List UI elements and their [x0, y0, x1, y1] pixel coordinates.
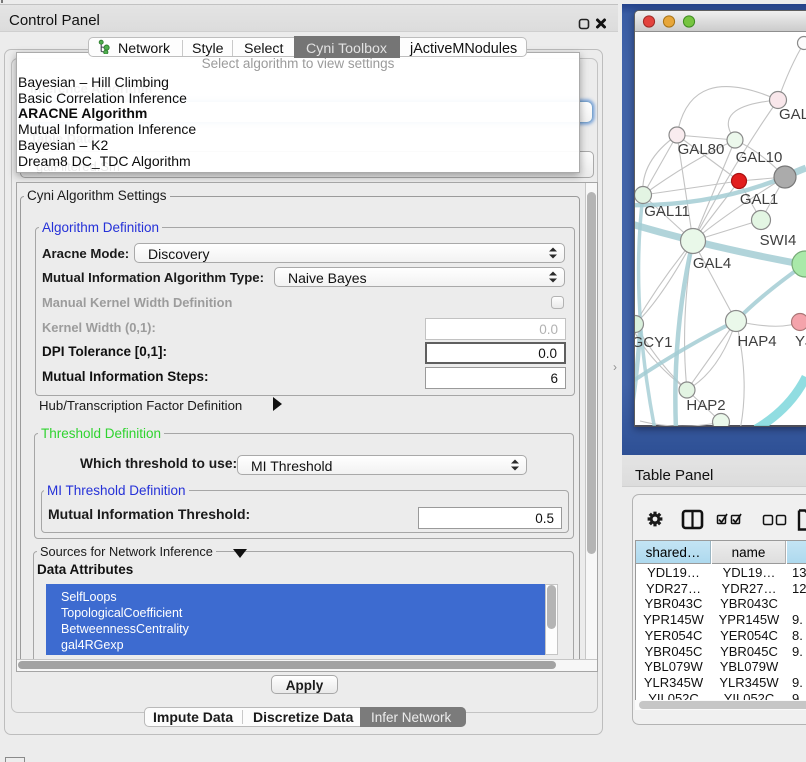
svg-text:HAP4: HAP4: [737, 333, 776, 350]
svg-text:GAL11: GAL11: [644, 203, 690, 220]
svg-text:GAL80: GAL80: [678, 141, 725, 158]
svg-text:YJL0: YJL0: [795, 333, 806, 350]
svg-text:GAL1: GAL1: [740, 191, 778, 208]
svg-text:GAL7: GAL7: [779, 106, 806, 123]
svg-text:HAP2: HAP2: [686, 397, 725, 414]
svg-text:GCY1: GCY1: [635, 334, 672, 351]
svg-text:SWI4: SWI4: [760, 232, 797, 249]
svg-text:GAL4: GAL4: [693, 255, 731, 272]
svg-text:GAL10: GAL10: [736, 149, 783, 166]
